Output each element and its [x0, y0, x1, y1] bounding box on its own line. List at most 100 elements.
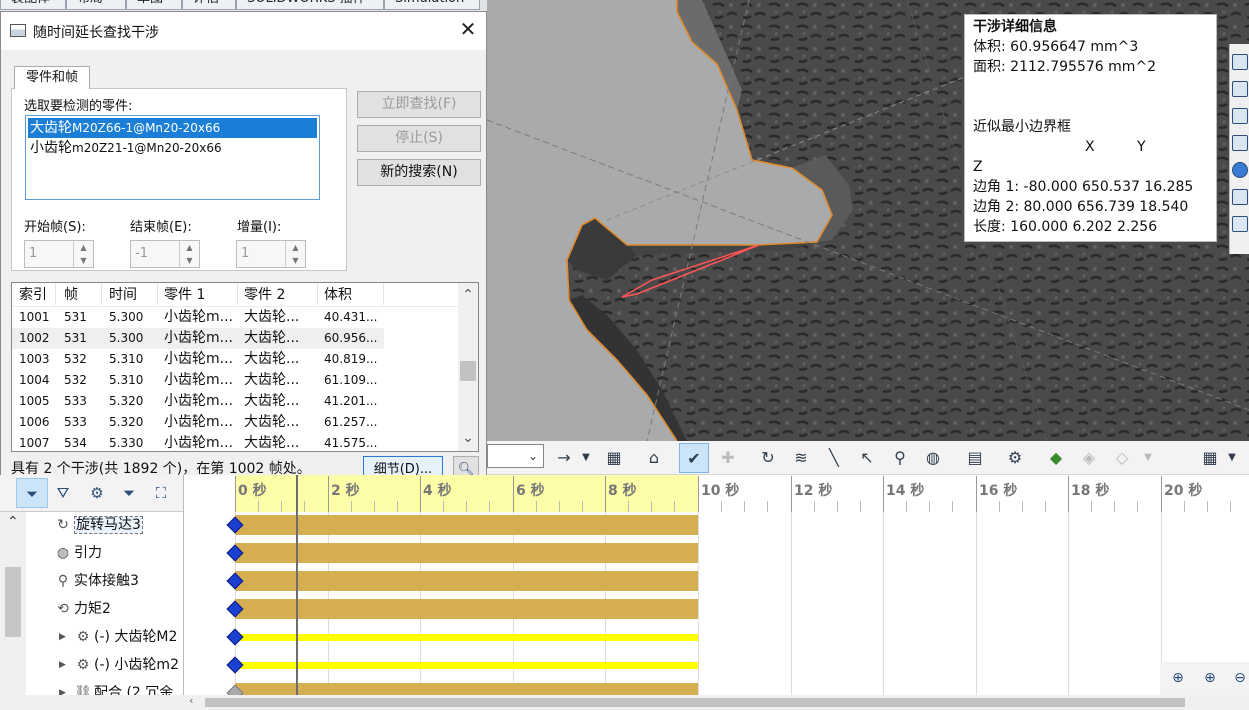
col-frame[interactable]: 帧: [64, 283, 78, 307]
col-time[interactable]: 时间: [109, 283, 137, 307]
timeline-tracks[interactable]: [183, 512, 1249, 695]
autokey-icon[interactable]: ✚: [717, 447, 739, 469]
filter-driving-icon[interactable]: ⛛: [52, 483, 74, 503]
result-cell-p1: 小齿轮m...: [164, 351, 233, 367]
feature-track-bar[interactable]: [235, 683, 698, 695]
result-row[interactable]: 1005 533 5.320 小齿轮m... 大齿轮... 41.201...: [12, 391, 478, 412]
export-simulation-icon[interactable]: ◈: [1078, 447, 1100, 469]
part-item-small-gear[interactable]: 小齿轮m20Z21-1@Mn20-20x66: [28, 138, 317, 158]
filter-results-icon[interactable]: ⏷: [118, 483, 140, 503]
graphics-viewport[interactable]: 干涉详细信息 体积: 60.956647 mm^3 面积: 2112.79557…: [487, 0, 1249, 441]
more-dropdown-icon[interactable]: ▼: [1221, 447, 1243, 469]
results-plots-icon[interactable]: ▤: [964, 447, 986, 469]
force-icon[interactable]: ↖: [856, 447, 878, 469]
result-row[interactable]: 1006 533 5.320 小齿轮m... 大齿轮... 61.257...: [12, 412, 478, 433]
scroll-down-icon[interactable]: ⌄: [458, 428, 478, 448]
start-frame-spinner[interactable]: 1 ▲ ▼: [24, 240, 94, 268]
feature-track-bar[interactable]: [235, 571, 698, 591]
timeline-hscrollbar[interactable]: ‹: [183, 694, 1249, 710]
view-palette-icon[interactable]: [1232, 135, 1248, 151]
playback-dropdown-icon[interactable]: ▼: [575, 447, 597, 469]
calculate-icon[interactable]: ✔: [679, 443, 709, 473]
motor-icon[interactable]: ↻: [757, 447, 779, 469]
stop-button[interactable]: 停止(S): [357, 125, 481, 152]
keypoint-diamond[interactable]: [226, 628, 244, 646]
feature-track-bar[interactable]: [235, 599, 698, 619]
animation-wizard-icon[interactable]: ⌂: [643, 447, 665, 469]
tree-item[interactable]: ▶ ⚙ (-) 小齿轮m2: [59, 652, 179, 678]
filter-animating-icon[interactable]: ⏷: [16, 478, 48, 508]
component-track-bar[interactable]: [235, 662, 698, 669]
tab-sketch[interactable]: 草图: [126, 0, 182, 10]
play-icon[interactable]: →: [553, 447, 575, 469]
scroll-up-icon[interactable]: ⌃: [458, 285, 478, 305]
sensor-icon[interactable]: ◇: [1111, 447, 1133, 469]
keypoint-diamond[interactable]: [226, 656, 244, 674]
timeline-playhead[interactable]: [296, 475, 298, 695]
contact-icon[interactable]: ⚲: [889, 447, 911, 469]
tab-layout[interactable]: 布局: [66, 0, 126, 10]
design-library-icon[interactable]: [1232, 81, 1248, 97]
tab-simulation[interactable]: Simulation: [384, 0, 480, 10]
tab-assembly[interactable]: 装配体: [0, 0, 66, 10]
file-explorer-icon[interactable]: [1232, 108, 1248, 124]
tree-item[interactable]: ⟲ 力矩2: [52, 596, 111, 622]
feature-track-bar[interactable]: [235, 515, 698, 535]
result-row[interactable]: 1001 531 5.300 小齿轮m... 大齿轮... 40.431...: [12, 307, 478, 328]
tree-item[interactable]: ▶ ⚙ (-) 大齿轮M2: [59, 624, 177, 650]
scroll-thumb[interactable]: [460, 361, 476, 381]
spring-icon[interactable]: ≋: [790, 447, 812, 469]
gravity-icon[interactable]: ◍: [922, 447, 944, 469]
home-icon[interactable]: [1232, 54, 1248, 70]
expand-arrow-icon[interactable]: ▶: [59, 680, 66, 695]
expand-arrow-icon[interactable]: ▶: [59, 624, 66, 650]
study-type-combo[interactable]: ⌄: [487, 444, 544, 468]
col-part2[interactable]: 零件 2: [244, 283, 285, 307]
tree-item[interactable]: ◍ 引力: [52, 540, 102, 566]
increment-spinner[interactable]: 1 ▲ ▼: [236, 240, 306, 268]
col-index[interactable]: 索引: [19, 283, 47, 307]
forum-icon[interactable]: [1232, 216, 1248, 232]
tree-item[interactable]: ▶ ⛓ 配合 (2 冗余: [59, 680, 173, 695]
zoom-out-icon[interactable]: ⊖: [1230, 668, 1249, 688]
col-volume[interactable]: 体积: [324, 283, 352, 307]
motion-study-properties-icon[interactable]: ⚙: [1004, 447, 1026, 469]
tab-evaluate[interactable]: 评估: [182, 0, 236, 10]
sensor-dropdown-icon[interactable]: ▼: [1137, 447, 1159, 469]
parts-listbox[interactable]: 大齿轮M20Z66-1@Mn20-20x66 小齿轮m20Z21-1@Mn20-…: [25, 115, 320, 200]
damper-icon[interactable]: ╲: [823, 447, 845, 469]
zoom-in-icon[interactable]: ⊕: [1200, 668, 1220, 688]
tree-item[interactable]: ↻ 旋转马达3: [52, 512, 143, 538]
zoom-to-fit-icon[interactable]: ⊕: [1168, 668, 1188, 688]
tree-item[interactable]: ⚲ 实体接触3: [52, 568, 139, 594]
result-row[interactable]: 1007 534 5.330 小齿轮m... 大齿轮... 41.575...: [12, 433, 478, 451]
col-part1[interactable]: 零件 1: [164, 283, 205, 307]
save-animation-icon[interactable]: ▦: [603, 447, 625, 469]
tab-addins[interactable]: SOLIDWORKS 插件: [236, 0, 384, 10]
results-scrollbar[interactable]: ⌃ ⌄: [458, 283, 478, 451]
custom-properties-icon[interactable]: [1232, 189, 1248, 205]
timeline-ruler[interactable]: 0 秒 2 秒 4 秒 6 秒 8 秒 10 秒 12 秒 14 秒 16 秒 18 秒 20 秒: [183, 475, 1249, 512]
expand-arrow-icon[interactable]: ▶: [59, 652, 66, 678]
component-track-bar[interactable]: [235, 634, 698, 641]
feature-track-bar[interactable]: [235, 543, 698, 563]
end-frame-spinner[interactable]: -1 ▲ ▼: [130, 240, 200, 268]
interference-results-list[interactable]: 索引 帧 时间 零件 1 零件 2 体积 1001 531 5.300 小齿轮m...…: [11, 282, 479, 452]
bbox-axis-z: Z: [973, 159, 983, 175]
tree-scrollbar[interactable]: ⌃: [0, 512, 26, 695]
find-now-button[interactable]: 立即查找(F): [357, 91, 481, 118]
simulation-setup-icon[interactable]: ◆: [1045, 447, 1067, 469]
result-row[interactable]: 1004 532 5.310 小齿轮m... 大齿轮... 61.109...: [12, 370, 478, 391]
zoom-timeline-icon[interactable]: ⛶: [150, 483, 172, 503]
new-search-button[interactable]: 新的搜索(N): [357, 159, 481, 186]
tree-hscrollbar[interactable]: [0, 695, 183, 710]
part-item-big-gear[interactable]: 大齿轮M20Z66-1@Mn20-20x66: [28, 118, 317, 138]
tab-parts-and-frames[interactable]: 零件和帧: [14, 66, 90, 89]
close-button[interactable]: ✕: [457, 19, 479, 41]
timeline-zoom-controls: ⊕ ⊕ ⊖: [1160, 662, 1249, 695]
filter-selected-icon[interactable]: ⚙: [86, 483, 108, 503]
result-row[interactable]: 1003 532 5.310 小齿轮m... 大齿轮... 40.819...: [12, 349, 478, 370]
result-row[interactable]: 1002 531 5.300 小齿轮m... 大齿轮... 60.956...: [12, 328, 384, 349]
calendar-icon[interactable]: ▦: [1199, 447, 1221, 469]
appearances-icon[interactable]: [1232, 162, 1248, 178]
